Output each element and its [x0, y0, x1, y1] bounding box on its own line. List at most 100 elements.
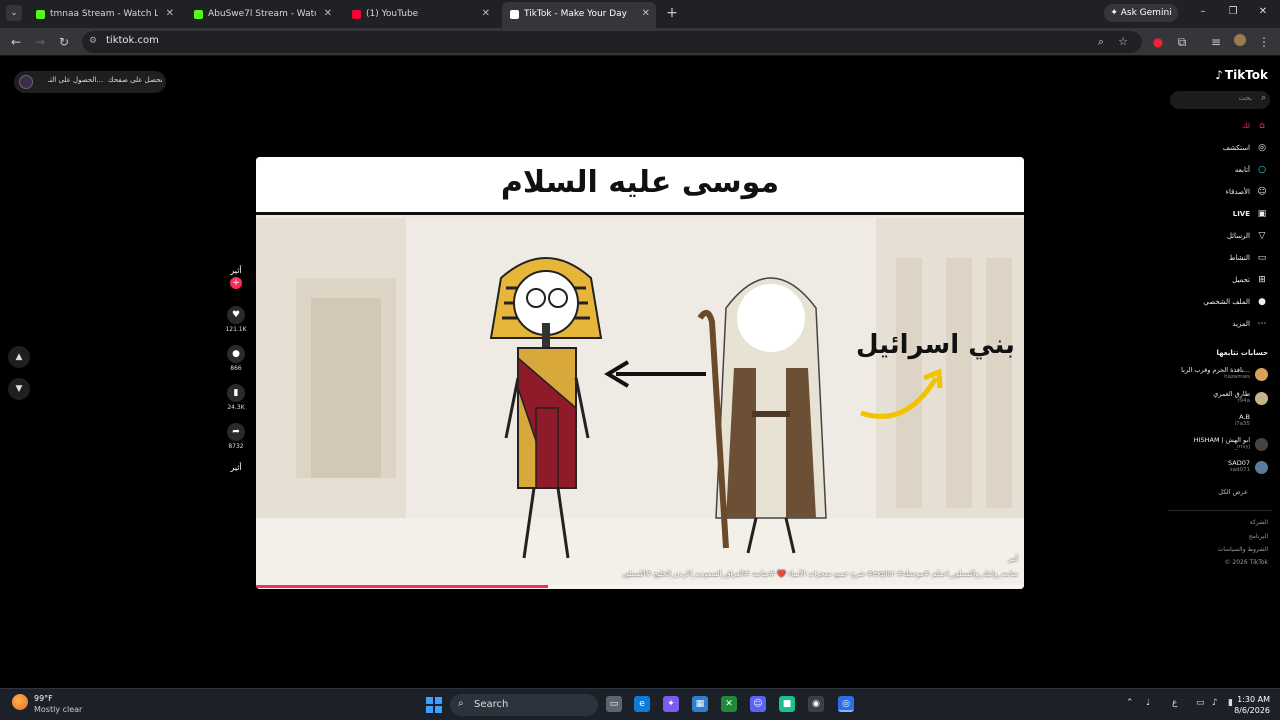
- like-button[interactable]: ♥ 121.1K: [222, 306, 250, 333]
- close-tab-icon[interactable]: ✕: [642, 2, 650, 26]
- app-icon[interactable]: ■: [779, 696, 795, 712]
- nav-live[interactable]: LIVE ▣: [1233, 209, 1268, 223]
- pill-text-left: الحصول على التـ...: [48, 76, 104, 84]
- nav-label: الرسائل: [1226, 232, 1250, 240]
- tray-overflow-icon[interactable]: ⌃: [1126, 698, 1134, 708]
- nav-messages[interactable]: الرسائل ▽: [1227, 231, 1268, 245]
- video-banner-title: موسى عليه السلام: [500, 165, 780, 200]
- close-tab-icon[interactable]: ✕: [482, 4, 490, 24]
- new-tab-button[interactable]: +: [664, 4, 680, 22]
- comment-button[interactable]: ● 866: [222, 345, 250, 372]
- sound-author[interactable]: أثير: [222, 463, 250, 472]
- extensions-puzzle-icon[interactable]: ⧉: [1174, 34, 1190, 50]
- address-bar[interactable]: ⚙ tiktok.com ⌕ ☆: [82, 31, 1142, 53]
- network-icon[interactable]: ▭: [1196, 698, 1205, 708]
- menu-kebab-icon[interactable]: ⋮: [1256, 34, 1272, 50]
- tab-groups-icon[interactable]: ≡: [1208, 34, 1224, 50]
- weather-temperature[interactable]: 99°F: [34, 694, 53, 703]
- ask-gemini-label: Ask Gemini: [1120, 8, 1172, 18]
- tiktok-logo[interactable]: ♪ TikTok: [1215, 68, 1268, 82]
- follow-plus-icon[interactable]: +: [230, 277, 242, 289]
- weather-icon[interactable]: [12, 694, 28, 710]
- profile-avatar-icon[interactable]: [1232, 34, 1248, 50]
- site-info-icon[interactable]: ⚙: [89, 36, 101, 48]
- avatar: [1255, 368, 1268, 381]
- inbox-icon: ▭: [1257, 253, 1267, 263]
- right-sidebar: ♪ TikTok بحث ⌕ لك ⌂ استكشف ◎ أتابعه ○ الأصدق…: [1168, 56, 1280, 688]
- store-icon[interactable]: ▦: [692, 696, 708, 712]
- back-icon[interactable]: ←: [8, 34, 24, 50]
- edge-icon[interactable]: e: [634, 696, 650, 712]
- windows-start-icon[interactable]: [426, 697, 442, 713]
- battery-icon[interactable]: ▮: [1228, 698, 1233, 708]
- search-icon: ⌕: [458, 698, 464, 709]
- extension-pill[interactable]: الحصول على التـ... نحصل على صفحك: [14, 71, 166, 93]
- taskbar-search[interactable]: ⌕ Search: [450, 694, 598, 716]
- search-input[interactable]: بحث ⌕: [1170, 91, 1270, 109]
- volume-icon[interactable]: ♪: [1212, 698, 1218, 708]
- nav-following[interactable]: أتابعه ○: [1235, 165, 1268, 179]
- browser-tab[interactable]: (1) YouTube ✕: [344, 4, 496, 24]
- nav-activity[interactable]: النشاط ▭: [1229, 253, 1268, 267]
- cartoon-illustration: [256, 218, 1024, 589]
- followed-account[interactable]: نافذة الحرم وقرب الربا... hazamws: [1181, 366, 1268, 386]
- close-tab-icon[interactable]: ✕: [324, 4, 332, 24]
- nav-for-you[interactable]: لك ⌂: [1242, 121, 1268, 135]
- zoom-icon[interactable]: ⌕: [1098, 35, 1104, 49]
- chrome-icon[interactable]: ◎: [838, 696, 854, 712]
- previous-video-button[interactable]: ▲: [8, 346, 30, 368]
- tab-title: TikTok - Make Your Day: [524, 9, 628, 19]
- tiktok-icon: [510, 10, 519, 19]
- see-all-link[interactable]: عرض الكل: [1218, 488, 1248, 496]
- microphone-icon[interactable]: ♩: [1146, 698, 1150, 708]
- followed-account[interactable]: HISHAM | ابو الهش _msyj: [1194, 436, 1268, 456]
- close-tab-icon[interactable]: ✕: [166, 4, 174, 24]
- system-clock[interactable]: 1:30 AM 8/6/2026: [1234, 694, 1270, 716]
- app-icon[interactable]: ◉: [808, 696, 824, 712]
- restore-icon[interactable]: ❐: [1226, 6, 1240, 17]
- followed-account[interactable]: SAD07 sad071: [1228, 459, 1268, 479]
- profile-icon: ●: [1258, 297, 1266, 307]
- task-view-icon[interactable]: ▭: [606, 696, 622, 712]
- live-icon: ▣: [1257, 209, 1267, 219]
- nav-profile[interactable]: الملف الشخصي ●: [1203, 297, 1268, 311]
- tab-search-button[interactable]: ⌄: [6, 5, 22, 21]
- weather-condition[interactable]: Mostly clear: [34, 705, 82, 714]
- save-button[interactable]: ▮ 24.3K: [222, 384, 250, 411]
- copilot-icon[interactable]: ✦: [663, 696, 679, 712]
- account-handle: l7a35: [1234, 421, 1250, 427]
- nav-more[interactable]: المزيد ⋯: [1232, 319, 1268, 333]
- extension-icon[interactable]: ●: [1150, 34, 1166, 50]
- next-video-button[interactable]: ▼: [8, 378, 30, 400]
- share-button[interactable]: ➦ 8732: [222, 423, 250, 450]
- video-player[interactable]: موسى عليه السلام بني اسرائيل أثير شرح جم…: [256, 157, 1024, 589]
- browser-tab[interactable]: AbuSwe7l Stream - Watch Live ✕: [186, 4, 338, 24]
- home-icon: ⌂: [1259, 121, 1265, 131]
- browser-tab-active[interactable]: TikTok - Make Your Day ✕: [502, 2, 656, 28]
- more-icon: ⋯: [1257, 319, 1267, 329]
- forward-icon[interactable]: →: [32, 34, 48, 50]
- browser-tab-bar: ⌄ tmnaa Stream - Watch Live on K ✕ AbuSw…: [0, 0, 1280, 28]
- nav-friends[interactable]: الأصدقاء ☺: [1226, 187, 1268, 201]
- video-progress-bar[interactable]: [256, 585, 1024, 588]
- followed-account[interactable]: A.B l7a35: [1235, 413, 1268, 433]
- reload-icon[interactable]: ↻: [56, 34, 72, 50]
- language-icon[interactable]: ع: [1172, 698, 1177, 708]
- video-author[interactable]: أثير: [1008, 555, 1018, 563]
- browser-tab[interactable]: tmnaa Stream - Watch Live on K ✕: [28, 4, 180, 24]
- minimize-icon[interactable]: –: [1196, 6, 1210, 17]
- account-name: SAD07: [1228, 459, 1250, 467]
- footer-company-link[interactable]: الشركة: [1250, 519, 1268, 526]
- nav-upload[interactable]: تحميل ⊞: [1232, 275, 1268, 289]
- footer-program-link[interactable]: البرنامج: [1249, 533, 1268, 540]
- footer-terms-link[interactable]: الشروط والسياسات: [1218, 546, 1268, 553]
- nav-label: النشاط: [1228, 254, 1250, 262]
- nav-explore[interactable]: استكشف ◎: [1223, 143, 1268, 157]
- bookmark-star-icon[interactable]: ☆: [1118, 35, 1128, 48]
- discord-icon[interactable]: ☺: [750, 696, 766, 712]
- author-avatar[interactable]: أثير +: [222, 266, 250, 289]
- followed-account[interactable]: طارق الغمري t94a: [1213, 390, 1268, 410]
- xbox-icon[interactable]: ✕: [721, 696, 737, 712]
- ask-gemini-button[interactable]: ✦ Ask Gemini: [1104, 4, 1178, 22]
- close-window-icon[interactable]: ✕: [1256, 6, 1270, 17]
